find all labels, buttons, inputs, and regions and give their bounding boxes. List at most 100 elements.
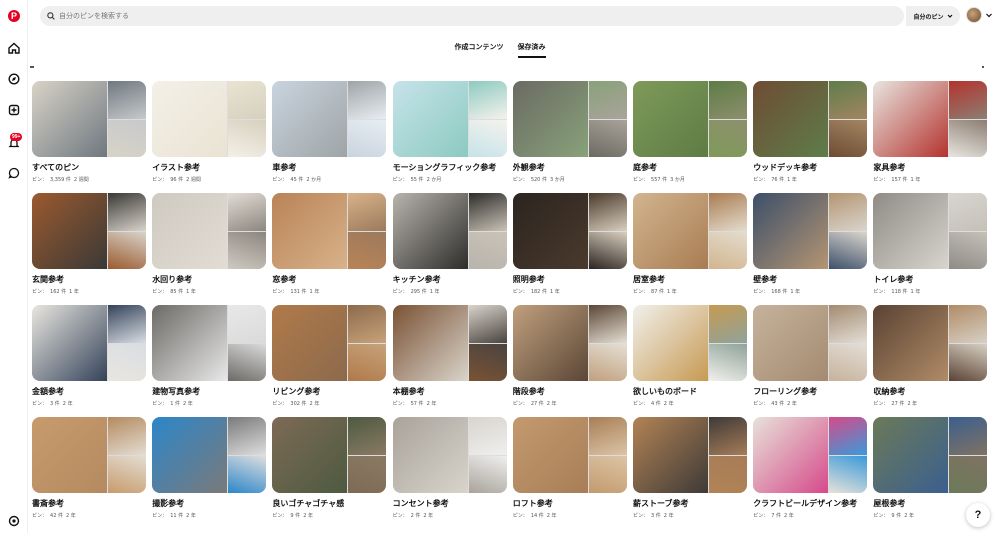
board-card[interactable]: 窓参考 ピン： 131 件1 年 [272, 193, 387, 295]
divider [30, 66, 984, 68]
board-cover-side-image [228, 231, 267, 269]
account-chevron-down-icon[interactable] [985, 11, 993, 19]
board-cover-side-image [588, 231, 627, 269]
board-card[interactable]: 建物写真参考 ピン： 1 件2 年 [152, 305, 267, 407]
board-cover-side-image [949, 231, 988, 269]
board-cover-main-image [512, 193, 588, 269]
board-card[interactable]: 屋根参考 ピン： 9 件2 年 [873, 417, 988, 519]
board-cover-main-image [633, 81, 708, 157]
board-cover [392, 417, 507, 493]
board-card[interactable]: 本棚参考 ピン： 57 件2 年 [392, 305, 507, 407]
explore-icon[interactable] [6, 71, 22, 87]
pin-label: ピン： [32, 401, 48, 407]
board-title: トイレ参考 [873, 275, 914, 284]
board-age: 3 か月 [670, 177, 685, 183]
board-age: 2 週間 [186, 177, 201, 183]
pin-count: 168 件 [771, 289, 788, 295]
board-card[interactable]: 照明参考 ピン： 182 件1 年 [512, 193, 627, 295]
board-card[interactable]: ロフト参考 ピン： 14 件2 年 [512, 417, 627, 519]
pin-label: ピン： [753, 289, 769, 295]
board-cover-side-image [348, 305, 387, 343]
board-card[interactable]: 居室参考 ピン： 87 件1 年 [633, 193, 747, 295]
board-cover [873, 417, 988, 493]
board-card[interactable]: 撮影参考 ピン： 11 件2 年 [152, 417, 267, 519]
board-meta: ピン： 85 件1 年 [152, 288, 266, 295]
board-cover-main-image [633, 305, 708, 381]
create-icon[interactable] [6, 102, 22, 118]
board-cover-main-image [152, 305, 228, 381]
pin-count: 96 件 [170, 177, 184, 183]
avatar[interactable] [966, 7, 982, 23]
pin-count: 520 件 [530, 177, 547, 183]
board-card[interactable]: 書斎参考 ピン： 42 件2 年 [32, 417, 146, 519]
board-cover-main-image [512, 417, 588, 493]
board-meta: ピン： 3 件2 年 [32, 400, 146, 407]
board-cover-side-image [468, 119, 507, 157]
board-card[interactable]: トイレ参考 ピン： 118 件1 年 [873, 193, 988, 295]
board-card[interactable]: キッチン参考 ピン： 295 件1 年 [392, 193, 507, 295]
board-cover [392, 193, 507, 269]
board-cover [633, 417, 747, 493]
board-card[interactable]: イラスト参考 ピン： 96 件2 週間 [152, 81, 267, 183]
board-cover-side-image [348, 455, 387, 493]
board-card[interactable]: 家具参考 ピン： 157 件1 年 [873, 81, 988, 183]
board-age: 2 年 [904, 513, 914, 519]
board-card[interactable]: 壁参考 ピン： 168 件1 年 [753, 193, 868, 295]
pin-count: 85 件 [170, 289, 184, 295]
board-cover-side-image [588, 455, 627, 493]
board-card[interactable]: クラフトビールデザイン参考 ピン： 7 件2 年 [753, 417, 868, 519]
board-cover [152, 417, 267, 493]
board-card[interactable]: フローリング参考 ピン： 43 件2 年 [753, 305, 868, 407]
my-pins-filter[interactable]: 自分のピン [906, 6, 960, 26]
board-title: 外観参考 [512, 163, 545, 172]
board-title: 玄関参考 [32, 275, 64, 284]
board-age: 1 年 [549, 289, 560, 295]
messages-icon[interactable] [6, 165, 22, 181]
help-button[interactable]: ? [966, 503, 990, 527]
board-title: 窓参考 [272, 275, 297, 284]
pin-label: ピン： [753, 177, 769, 183]
board-meta: ピン： 4 件2 年 [633, 400, 747, 407]
board-cover-main-image [512, 305, 588, 381]
board-card[interactable]: 庭参考 ピン： 557 件3 か月 [633, 81, 747, 183]
board-card[interactable]: 良いゴチャゴチャ感 ピン： 9 件2 年 [272, 417, 387, 519]
board-card[interactable]: コンセント参考 ピン： 2 件2 年 [392, 417, 507, 519]
tab-created[interactable]: 作成コンテンツ [455, 42, 504, 58]
search-icon [47, 12, 55, 20]
board-meta: ピン： 96 件2 週間 [152, 176, 266, 183]
board-cover-side-image [829, 119, 868, 157]
board-card[interactable]: モーショングラフィック参考 ピン： 55 件2 か月 [392, 81, 507, 183]
board-cover [272, 417, 387, 493]
pin-label: ピン： [633, 513, 649, 519]
board-title: 金額参考 [32, 387, 64, 396]
board-meta: ピン： 57 件2 年 [393, 400, 507, 407]
board-cover-main-image [392, 193, 468, 269]
search-bar[interactable] [40, 6, 904, 26]
pin-label: ピン： [873, 401, 889, 407]
board-age: 2 年 [182, 401, 193, 407]
board-card[interactable]: 車参考 ピン： 45 件2 か月 [272, 81, 387, 183]
board-title: 薪ストーブ参考 [633, 499, 689, 508]
board-card[interactable]: 外観参考 ピン： 520 件3 か月 [512, 81, 627, 183]
board-card[interactable]: 玄関参考 ピン： 162 件1 年 [32, 193, 146, 295]
board-title: リビング参考 [272, 387, 321, 396]
pin-label: ピン： [873, 289, 889, 295]
search-input[interactable] [59, 12, 759, 20]
board-card[interactable]: 収納参考 ピン： 27 件2 年 [873, 305, 988, 407]
board-age: 1 年 [910, 289, 921, 295]
board-title: 収納参考 [873, 387, 906, 396]
board-card[interactable]: 階段参考 ピン： 27 件2 年 [512, 305, 627, 407]
board-card[interactable]: ウッドデッキ参考 ピン： 76 件1 年 [753, 81, 868, 183]
pinterest-logo-icon[interactable]: P [6, 8, 22, 24]
settings-icon[interactable] [6, 513, 22, 529]
board-title: 照明参考 [512, 275, 545, 284]
pin-label: ピン： [512, 401, 528, 407]
board-card[interactable]: 金額参考ピン： 3 件2 年 [32, 305, 146, 407]
board-card[interactable]: 薪ストーブ参考 ピン： 3 件2 年 [633, 417, 747, 519]
tab-saved[interactable]: 保存済み [517, 42, 546, 58]
board-card[interactable]: すべてのピン ピン： 3,359 件2 週間 [32, 81, 146, 183]
board-card[interactable]: リビング参考 ピン： 302 件2 年 [272, 305, 387, 407]
board-cover [32, 305, 146, 381]
board-card[interactable]: 水回り参考 ピン： 85 件1 年 [152, 193, 267, 295]
board-card[interactable]: 欲しいものボード ピン： 4 件2 年 [633, 305, 747, 407]
